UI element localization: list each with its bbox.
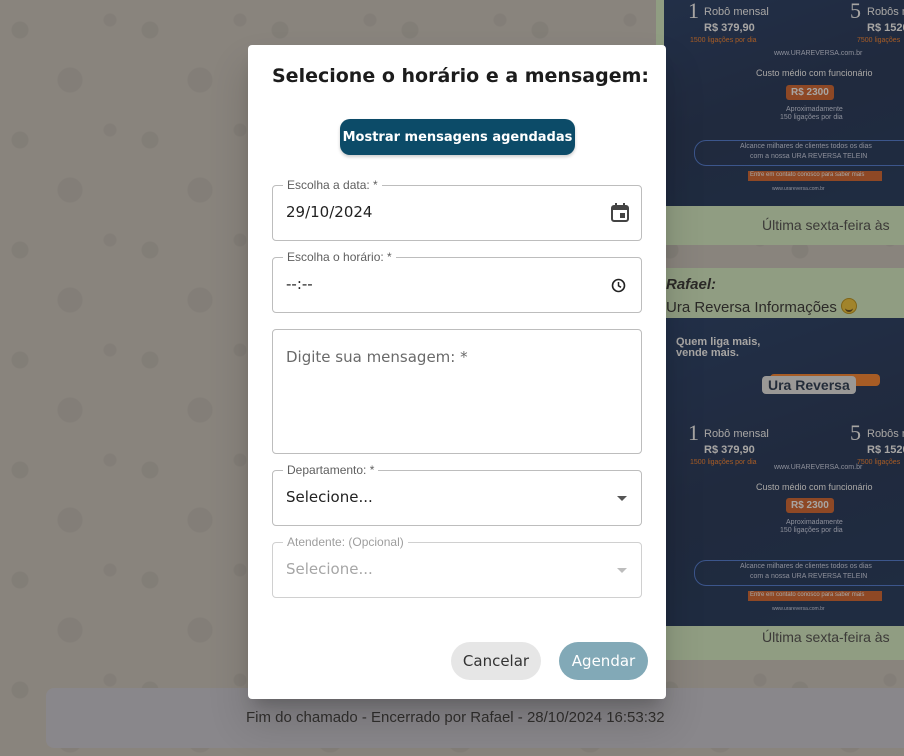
message-textarea[interactable]: Digite sua mensagem: * [286, 348, 468, 366]
date-field-label: Escolha a data: * [283, 178, 382, 192]
clock-icon[interactable] [611, 278, 626, 293]
attendant-select[interactable]: Atendente: (Opcional) Selecione... [272, 535, 642, 598]
chevron-down-icon[interactable] [617, 496, 627, 501]
department-label: Departamento: * [283, 463, 379, 477]
time-input[interactable]: --:-- [286, 275, 313, 293]
message-field[interactable]: Digite sua mensagem: * [272, 329, 642, 454]
department-value[interactable]: Selecione... [286, 488, 373, 506]
time-field-label: Escolha o horário: * [283, 250, 396, 264]
schedule-button[interactable]: Agendar [559, 642, 648, 680]
schedule-message-dialog: Selecione o horário e a mensagem: Mostra… [248, 45, 666, 699]
department-select[interactable]: Departamento: * Selecione... [272, 463, 642, 526]
calendar-icon[interactable] [610, 202, 630, 223]
date-input[interactable]: 29/10/2024 [286, 203, 372, 221]
show-scheduled-messages-button[interactable]: Mostrar mensagens agendadas [340, 119, 575, 155]
attendant-value[interactable]: Selecione... [286, 560, 373, 578]
dialog-title: Selecione o horário e a mensagem: [272, 65, 649, 87]
cancel-button[interactable]: Cancelar [451, 642, 541, 680]
time-field[interactable]: Escolha o horário: * --:-- [272, 250, 642, 313]
chevron-down-icon[interactable] [617, 568, 627, 573]
attendant-label: Atendente: (Opcional) [283, 535, 408, 549]
date-field[interactable]: Escolha a data: * 29/10/2024 [272, 178, 642, 241]
